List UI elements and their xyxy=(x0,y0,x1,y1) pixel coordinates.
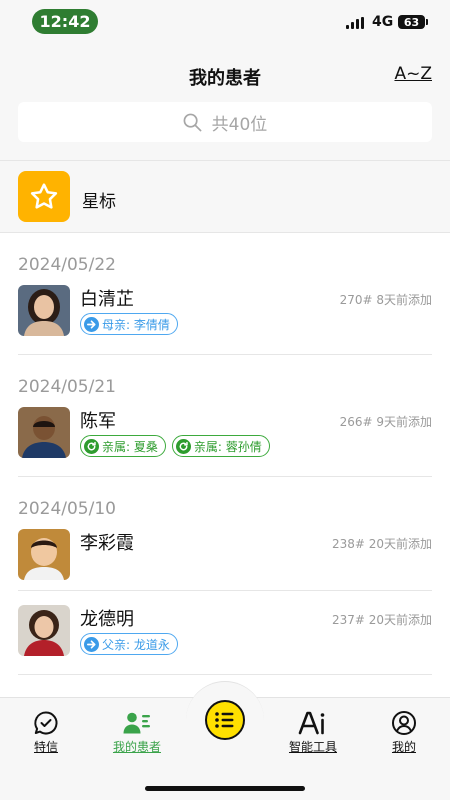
tab-label: 我的患者 xyxy=(112,740,161,754)
status-bar: 12:42 4G 63 xyxy=(0,0,450,44)
tab-messages[interactable]: 特信 xyxy=(11,710,81,755)
refresh-icon xyxy=(84,438,99,454)
arrow-right-icon xyxy=(84,316,99,332)
signal-icon xyxy=(346,17,366,29)
list-menu-icon[interactable] xyxy=(205,700,245,740)
avatar xyxy=(18,529,70,580)
refresh-icon xyxy=(175,438,191,454)
page-title: 我的患者 xyxy=(189,68,261,89)
patient-tags: 父亲: 龙道永 xyxy=(80,633,178,655)
star-icon xyxy=(18,171,70,222)
relation-tag[interactable]: 亲属: 蓉孙倩 xyxy=(171,435,270,457)
tab-label: 我的 xyxy=(391,740,416,754)
starred-row[interactable]: 星标 xyxy=(0,161,450,233)
relation-tag-label: 亲属: 蓉孙倩 xyxy=(193,439,262,454)
avatar xyxy=(18,605,70,656)
bottom-tab-bar: 特信 我的患者 智能工具 我的 xyxy=(0,681,450,800)
starred-label: 星标 xyxy=(82,192,116,212)
patient-name: 陈军 xyxy=(80,411,116,432)
patient-name: 李彩霞 xyxy=(80,533,134,554)
relation-tag-label: 亲属: 夏桑 xyxy=(102,439,158,454)
relation-tag[interactable]: 母亲: 李倩倩 xyxy=(80,313,178,335)
avatar xyxy=(18,407,70,458)
date-header: 2024/05/21 xyxy=(18,377,116,397)
patient-row[interactable]: 白清芷 270# 8天前添加 母亲: 李倩倩 xyxy=(18,285,432,355)
status-time: 12:42 xyxy=(32,9,98,34)
battery-level: 63 xyxy=(403,15,420,29)
patient-list: 2024/05/22 白清芷 270# 8天前添加 母亲: 李倩倩 2024/0… xyxy=(0,233,450,675)
header: 我的患者 A~Z 共40位 xyxy=(0,44,450,161)
date-group: 2024/05/21 陈军 266# 9天前添加 亲属: 夏桑 亲属: 蓉孙倩 xyxy=(0,355,450,477)
relation-tag[interactable]: 亲属: 夏桑 xyxy=(80,435,166,457)
patient-row[interactable]: 陈军 266# 9天前添加 亲属: 夏桑 亲属: 蓉孙倩 xyxy=(18,407,432,477)
battery-icon: 63 xyxy=(398,15,428,29)
patient-meta: 270# 8天前添加 xyxy=(339,293,432,307)
date-header: 2024/05/10 xyxy=(18,499,116,519)
tab-my-patients[interactable]: 我的患者 xyxy=(102,710,172,755)
tab-smart-tools[interactable]: 智能工具 xyxy=(278,710,348,755)
search-placeholder: 共40位 xyxy=(211,114,268,135)
arrow-right-icon xyxy=(84,636,99,652)
tab-label: 特信 xyxy=(33,740,58,754)
chat-check-icon xyxy=(11,710,81,736)
profile-icon xyxy=(369,710,439,736)
tab-profile[interactable]: 我的 xyxy=(369,710,439,755)
patient-meta: 266# 9天前添加 xyxy=(339,415,432,429)
date-group: 2024/05/10 李彩霞 238# 20天前添加 龙德明 237# 20天前… xyxy=(0,477,450,675)
tab-label: 智能工具 xyxy=(288,740,337,754)
patients-icon xyxy=(102,710,172,736)
patient-meta: 238# 20天前添加 xyxy=(331,537,432,551)
patient-name: 白清芷 xyxy=(80,289,134,310)
patient-row[interactable]: 李彩霞 238# 20天前添加 xyxy=(18,529,432,591)
search-icon xyxy=(183,113,202,131)
relation-tag-label: 母亲: 李倩倩 xyxy=(102,317,170,332)
date-group: 2024/05/22 白清芷 270# 8天前添加 母亲: 李倩倩 xyxy=(0,233,450,355)
patient-tags: 亲属: 夏桑 亲属: 蓉孙倩 xyxy=(80,435,270,457)
patient-tags: 母亲: 李倩倩 xyxy=(80,313,178,335)
relation-tag-label: 父亲: 龙道永 xyxy=(102,637,170,652)
avatar xyxy=(18,285,70,336)
sort-az-button[interactable]: A~Z xyxy=(394,64,432,84)
search-input[interactable]: 共40位 xyxy=(18,102,432,142)
date-header: 2024/05/22 xyxy=(18,255,116,275)
patient-name: 龙德明 xyxy=(80,609,134,630)
ai-icon xyxy=(278,710,348,736)
patient-row[interactable]: 龙德明 237# 20天前添加 父亲: 龙道永 xyxy=(18,605,432,675)
network-type: 4G xyxy=(372,14,394,30)
relation-tag[interactable]: 父亲: 龙道永 xyxy=(80,633,178,655)
home-indicator xyxy=(145,786,305,791)
patient-meta: 237# 20天前添加 xyxy=(331,613,432,627)
